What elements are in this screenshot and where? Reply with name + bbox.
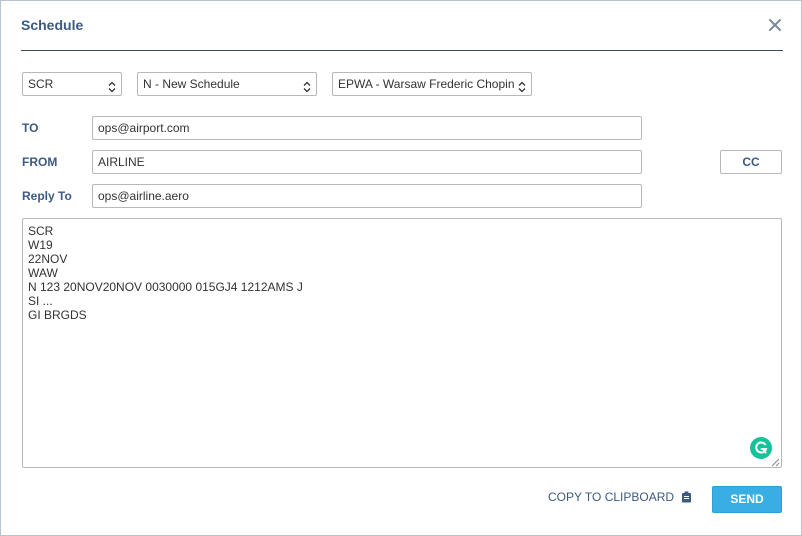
sort-caret-icon: [108, 78, 116, 93]
message-line: GI BRGDS: [28, 308, 87, 322]
message-type-value: SCR: [28, 77, 54, 91]
sort-caret-icon: [518, 78, 526, 93]
reply-to-input[interactable]: ops@airline.aero: [92, 184, 642, 208]
action-select[interactable]: N - New Schedule: [137, 72, 317, 96]
message-type-select[interactable]: SCR: [22, 72, 122, 96]
send-button[interactable]: SEND: [712, 486, 782, 513]
sort-caret-icon: [303, 78, 311, 93]
message-line: N 123 20NOV20NOV 0030000 015GJ4 1212AMS …: [28, 280, 303, 294]
resize-handle-icon[interactable]: [771, 456, 780, 467]
clipboard-icon: [681, 491, 692, 506]
grammarly-icon[interactable]: [750, 437, 772, 459]
message-line: WAW: [28, 266, 58, 280]
copy-to-clipboard-button[interactable]: COPY TO CLIPBOARD: [548, 490, 692, 506]
copy-label: COPY TO CLIPBOARD: [548, 490, 675, 504]
airport-value: EPWA - Warsaw Frederic Chopin: [338, 77, 515, 91]
airport-select[interactable]: EPWA - Warsaw Frederic Chopin: [332, 72, 532, 96]
reply-to-label: Reply To: [22, 189, 72, 203]
schedule-dialog: Schedule SCR N - New Schedule EPWA - War…: [0, 0, 802, 536]
header-divider: [21, 50, 783, 51]
from-input[interactable]: AIRLINE: [92, 150, 642, 174]
close-icon[interactable]: [766, 16, 784, 34]
dialog-title: Schedule: [21, 17, 84, 33]
from-label: FROM: [22, 155, 58, 169]
to-input[interactable]: ops@airport.com: [92, 116, 642, 140]
action-value: N - New Schedule: [143, 77, 240, 91]
to-label: TO: [22, 121, 39, 135]
message-line: SCR: [28, 224, 54, 238]
message-line: 22NOV: [28, 252, 68, 266]
cc-button[interactable]: CC: [720, 150, 782, 174]
message-line: W19: [28, 238, 53, 252]
message-textarea[interactable]: SCR W19 22NOV WAW N 123 20NOV20NOV 00300…: [22, 218, 782, 468]
message-line: SI ...: [28, 294, 53, 308]
